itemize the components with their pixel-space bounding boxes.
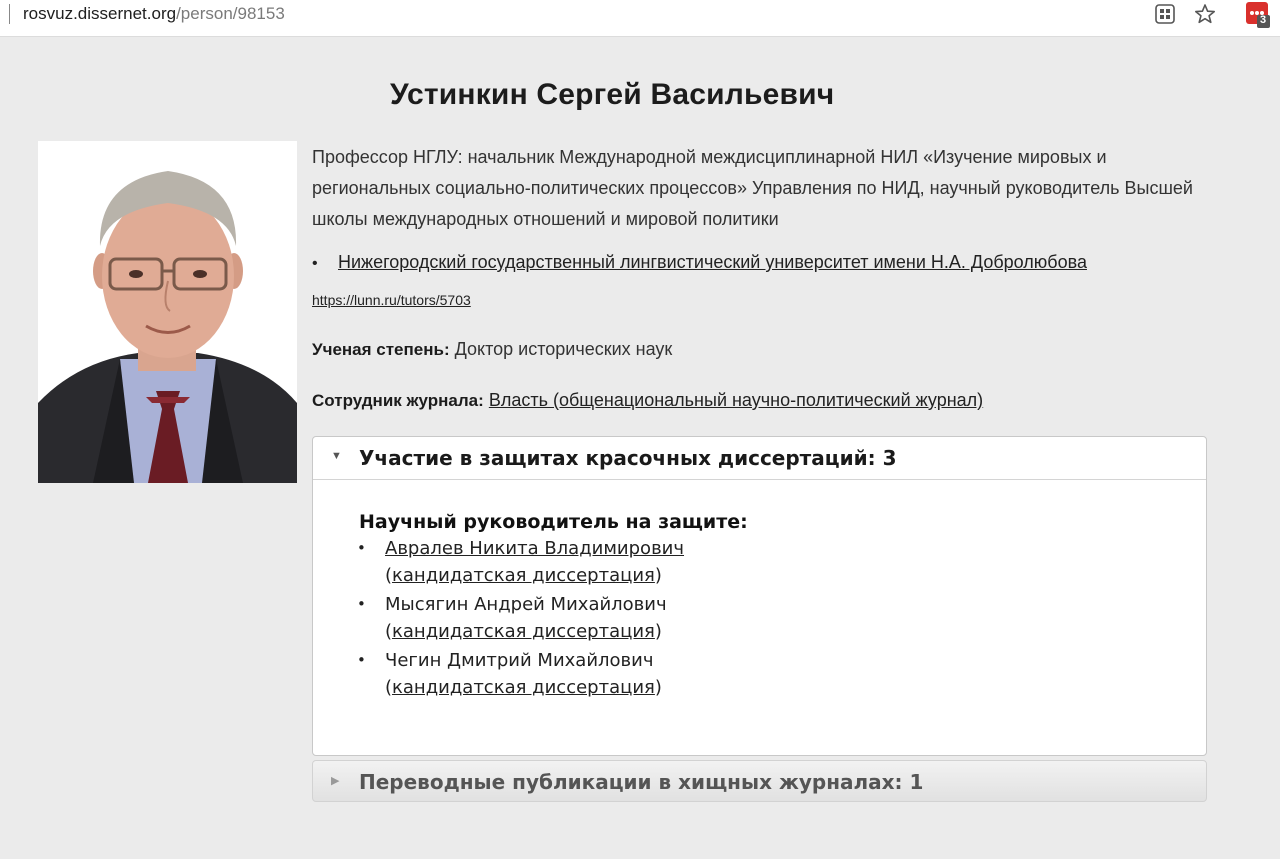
journal-label: Сотрудник журнала: xyxy=(312,391,484,410)
defenses-panel-header[interactable]: ▼ Участие в защитах красочных диссертаци… xyxy=(313,437,1206,480)
url-path: /person/98153 xyxy=(176,4,285,23)
position-description: Профессор НГЛУ: начальник Международной … xyxy=(312,147,1193,229)
list-item: • Авралев Никита Владимирович (кандидатск… xyxy=(357,535,748,589)
defenses-panel: ▼ Участие в защитах красочных диссертаци… xyxy=(312,436,1207,756)
academic-degree: Ученая степень: Доктор исторических наук xyxy=(312,339,672,360)
dissertation-link[interactable]: кандидатская диссертация xyxy=(392,677,655,698)
predatory-publications-panel[interactable]: ▶ Переводные публикации в хищных журнала… xyxy=(312,760,1207,802)
supervisor-heading: Научный руководитель на защите: xyxy=(359,511,748,533)
candidate-name-link[interactable]: Авралев Никита Владимирович xyxy=(385,538,684,559)
caret-right-icon: ▶ xyxy=(331,775,340,787)
list-item: • Чегин Дмитрий Михайлович (кандидатская … xyxy=(357,647,748,701)
url-text[interactable]: rosvuz.dissernet.org/person/98153 xyxy=(23,4,285,24)
extension-icon[interactable]: 3 xyxy=(1246,2,1270,28)
dissertation-link[interactable]: кандидатская диссертация xyxy=(392,621,655,642)
apps-grid-icon[interactable] xyxy=(1154,3,1176,25)
person-photo xyxy=(38,141,297,483)
url-host: rosvuz.dissernet.org xyxy=(23,4,177,23)
text-caret xyxy=(9,4,10,24)
address-bar[interactable]: rosvuz.dissernet.org/person/98153 xyxy=(0,0,1228,30)
degree-value: Доктор исторических наук xyxy=(454,339,673,359)
defenses-panel-title: Участие в защитах красочных диссертаций:… xyxy=(359,446,897,470)
journal-staff: Сотрудник журнала: Власть (общенациональ… xyxy=(312,390,983,411)
university-link[interactable]: Нижегородский государственный лингвистич… xyxy=(338,252,1087,272)
dissertation-link[interactable]: кандидатская диссертация xyxy=(392,565,655,586)
list-item: • Мысягин Андрей Михайлович (кандидатская… xyxy=(357,591,748,645)
caret-down-icon: ▼ xyxy=(331,450,342,462)
person-name: Устинкин Сергей Васильевич xyxy=(390,78,835,111)
university-item: • Нижегородский государственный лингвисти… xyxy=(312,250,1087,276)
bullet: • xyxy=(357,651,366,669)
degree-label: Ученая степень: xyxy=(312,340,450,359)
dissertation-list: • Авралев Никита Владимирович (кандидатск… xyxy=(357,535,748,701)
bullet: • xyxy=(312,255,318,272)
profile-url-link[interactable]: https://lunn.ru/tutors/5703 xyxy=(312,292,471,308)
defenses-panel-body: Научный руководитель на защите: • Аврале… xyxy=(357,511,748,703)
bullet: • xyxy=(357,539,366,557)
predatory-panel-title: Переводные публикации в хищных журналах:… xyxy=(359,770,924,794)
candidate-name: Чегин Дмитрий Михайлович xyxy=(385,650,654,671)
journal-link[interactable]: Власть (общенациональный научно-политиче… xyxy=(489,390,983,410)
candidate-name: Мысягин Андрей Михайлович xyxy=(385,594,667,615)
browser-toolbar: rosvuz.dissernet.org/person/98153 3 xyxy=(0,0,1280,37)
bullet: • xyxy=(357,595,366,613)
extension-badge: 3 xyxy=(1260,14,1267,26)
bookmark-star-icon[interactable] xyxy=(1194,3,1216,25)
